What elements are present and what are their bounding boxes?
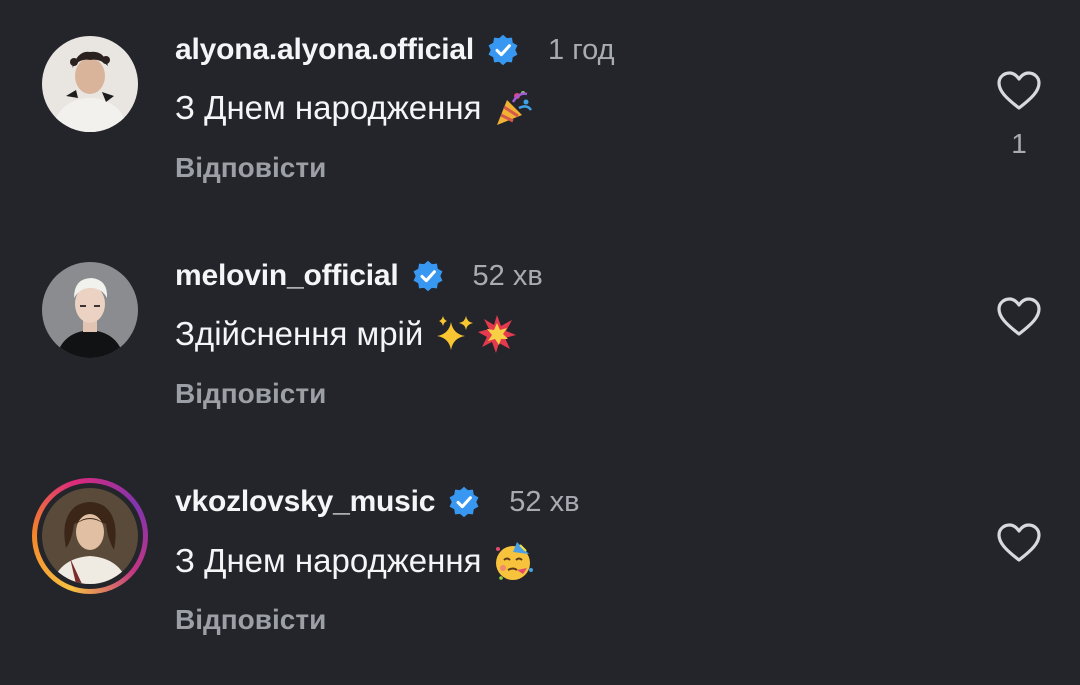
like-count: 1 — [1011, 128, 1027, 159]
comment-time: 52 хв — [509, 485, 580, 518]
comment-header: melovin_official 52 хв — [175, 256, 543, 296]
verified-badge-icon — [488, 34, 518, 66]
heart-icon[interactable] — [996, 296, 1042, 338]
reply-button[interactable]: Відповісти — [175, 378, 326, 410]
comment-header: alyona.alyona.official 1 год — [175, 30, 615, 70]
comment-time: 52 хв — [472, 259, 543, 292]
avatar[interactable] — [42, 262, 138, 358]
reply-button[interactable]: Відповісти — [175, 152, 326, 184]
comment-time: 1 год — [548, 33, 615, 66]
avatar-image — [42, 36, 138, 132]
comment-text: Здійснення мрій — [175, 315, 424, 352]
comment-item: vkozlovsky_music 52 хв З Днем народження — [0, 452, 1080, 652]
comment-text-row: З Днем народження — [175, 88, 533, 128]
comment-item: alyona.alyona.official 1 год З Днем наро… — [0, 0, 1080, 200]
avatar-story-ring[interactable] — [32, 478, 148, 594]
comment-text: З Днем народження — [175, 542, 482, 579]
partying-face-icon — [493, 540, 535, 582]
heart-icon[interactable] — [996, 70, 1042, 112]
party-popper-icon — [493, 88, 533, 128]
username[interactable]: melovin_official — [175, 259, 399, 293]
avatar-image — [42, 262, 138, 358]
collision-icon — [477, 314, 517, 354]
comment-text: З Днем народження — [175, 89, 482, 126]
verified-badge-icon — [413, 260, 442, 292]
avatar-image — [42, 488, 138, 584]
comment-item: melovin_official 52 хв Здійснення мрій В… — [0, 226, 1080, 426]
username[interactable]: alyona.alyona.official — [175, 33, 474, 67]
avatar[interactable] — [42, 36, 138, 132]
sparkles-icon — [435, 314, 475, 354]
username[interactable]: vkozlovsky_music — [175, 485, 435, 519]
reply-button[interactable]: Відповісти — [175, 604, 326, 636]
comments-list: alyona.alyona.official 1 год З Днем наро… — [0, 0, 1080, 685]
comment-text-row: Здійснення мрій — [175, 314, 517, 354]
heart-icon[interactable] — [996, 522, 1042, 564]
comment-header: vkozlovsky_music 52 хв — [175, 482, 580, 522]
comment-text-row: З Днем народження — [175, 540, 535, 582]
verified-badge-icon — [449, 486, 479, 518]
